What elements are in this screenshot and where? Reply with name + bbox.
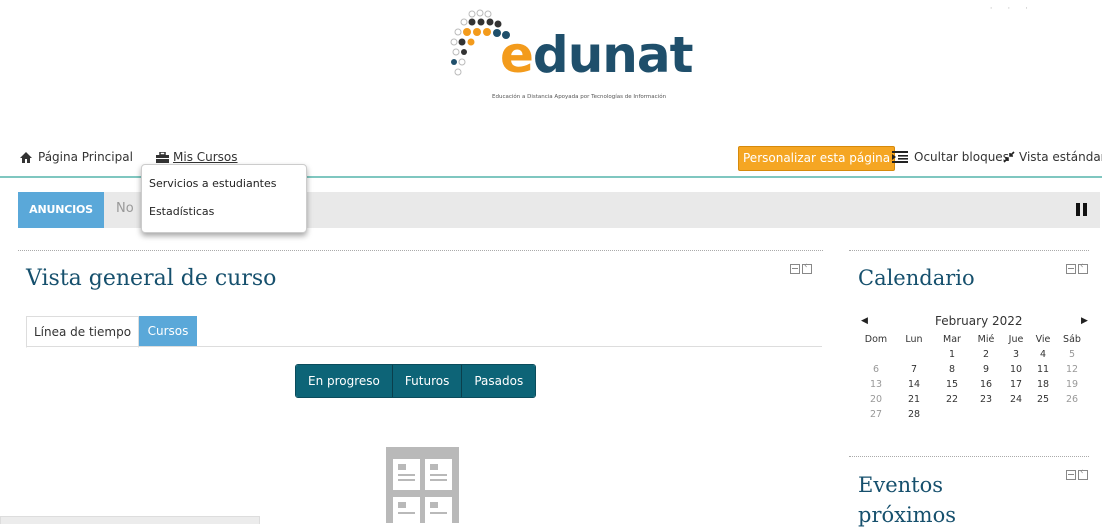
events-controls bbox=[1066, 467, 1088, 480]
calendar-prev-month-icon[interactable]: ◀ bbox=[861, 316, 868, 326]
calendar-day[interactable]: 14 bbox=[902, 379, 926, 390]
filter-future-button[interactable]: Futuros bbox=[392, 365, 463, 397]
calendar-day[interactable]: 15 bbox=[940, 379, 964, 390]
hide-blocks-link[interactable]: Ocultar bloques bbox=[892, 150, 1009, 164]
main-block-divider bbox=[18, 250, 823, 251]
calendar-day[interactable]: 1 bbox=[940, 349, 964, 360]
tabs-underline bbox=[26, 346, 822, 347]
tab-timeline[interactable]: Línea de tiempo bbox=[26, 316, 139, 348]
hide-blocks-label: Ocultar bloques bbox=[914, 150, 1009, 164]
calendar-month-label[interactable]: February 2022 bbox=[935, 314, 1023, 328]
calendar-day[interactable]: 8 bbox=[940, 364, 964, 375]
calendar-day-header: Mar bbox=[943, 334, 961, 345]
minimize-block-icon[interactable] bbox=[1066, 470, 1076, 480]
calendar-day-header: Jue bbox=[1008, 334, 1024, 345]
dropdown-item-student-services[interactable]: Servicios a estudiantes bbox=[149, 177, 276, 190]
calendar-day[interactable]: 4 bbox=[1031, 349, 1055, 360]
course-filter-group: En progreso Futuros Pasados bbox=[295, 364, 537, 398]
minimize-block-icon[interactable] bbox=[790, 264, 800, 274]
calendar-day[interactable]: 20 bbox=[864, 394, 888, 405]
nav-home-link[interactable]: Página Principal bbox=[20, 150, 133, 164]
nav-my-courses-menu[interactable]: Mis Cursos bbox=[156, 150, 238, 164]
course-overview-controls bbox=[790, 261, 812, 274]
briefcase-icon bbox=[156, 151, 169, 163]
logo-wordmark-rest: dunat bbox=[532, 26, 694, 84]
calendar-day[interactable]: 11 bbox=[1031, 364, 1055, 375]
site-logo[interactable]: edunat Educación a Distancia Apoyada por… bbox=[440, 8, 694, 110]
calendar-day[interactable]: 18 bbox=[1031, 379, 1055, 390]
filter-in-progress-button[interactable]: En progreso bbox=[296, 365, 393, 397]
filter-past-button[interactable]: Pasados bbox=[462, 365, 536, 397]
no-courses-illustration bbox=[386, 447, 459, 528]
calendar-day-header: Dom bbox=[864, 334, 888, 345]
compress-arrows-icon bbox=[1003, 151, 1015, 163]
dock-block-icon[interactable] bbox=[1078, 261, 1088, 274]
standard-view-link[interactable]: Vista estándar bbox=[1003, 150, 1102, 164]
calendar-day[interactable]: 21 bbox=[902, 394, 926, 405]
standard-view-label: Vista estándar bbox=[1019, 150, 1102, 164]
dock-block-icon[interactable] bbox=[1078, 467, 1088, 480]
calendar-day-header: Lun bbox=[905, 334, 923, 345]
calendar-day[interactable]: 3 bbox=[1004, 349, 1028, 360]
events-block-divider bbox=[849, 456, 1089, 457]
hide-blocks-icon bbox=[892, 151, 908, 163]
calendar-day[interactable]: 12 bbox=[1060, 364, 1084, 375]
top-right-marks: · · · bbox=[989, 4, 1034, 14]
calendar-day[interactable]: 25 bbox=[1031, 394, 1055, 405]
calendar-day[interactable]: 17 bbox=[1004, 379, 1028, 390]
course-overview-title: Vista general de curso bbox=[26, 266, 277, 291]
calendar-day[interactable]: 6 bbox=[864, 364, 888, 375]
nav-my-courses-label: Mis Cursos bbox=[173, 150, 238, 164]
tab-courses[interactable]: Cursos bbox=[139, 316, 197, 346]
calendar-day[interactable]: 16 bbox=[974, 379, 998, 390]
calendar-day[interactable]: 13 bbox=[864, 379, 888, 390]
calendar-next-month-icon[interactable]: ▶ bbox=[1081, 316, 1088, 326]
calendar-day[interactable]: 10 bbox=[1004, 364, 1028, 375]
calendar-day[interactable]: 24 bbox=[1004, 394, 1028, 405]
dropdown-item-statistics[interactable]: Estadísticas bbox=[149, 205, 214, 218]
customize-page-button[interactable]: Personalizar esta página bbox=[738, 146, 896, 171]
home-icon bbox=[20, 151, 32, 163]
minimize-block-icon[interactable] bbox=[1066, 264, 1076, 274]
logo-tagline: Educación a Distancia Apoyada por Tecnol… bbox=[492, 94, 667, 100]
calendar-day-header: Mié bbox=[977, 334, 995, 345]
calendar-day[interactable]: 19 bbox=[1060, 379, 1084, 390]
upcoming-events-title-text: Eventos próximos bbox=[858, 473, 957, 527]
calendar-day[interactable]: 28 bbox=[902, 409, 926, 420]
calendar-day[interactable]: 23 bbox=[974, 394, 998, 405]
dock-block-icon[interactable] bbox=[802, 261, 812, 274]
calendar-day-header: Vie bbox=[1035, 334, 1051, 345]
calendar-day-header: Sáb bbox=[1063, 334, 1081, 345]
logo-wordmark: edunat bbox=[500, 26, 694, 84]
nav-home-label: Página Principal bbox=[38, 150, 133, 164]
announcements-tag[interactable]: ANUNCIOS bbox=[18, 192, 104, 228]
calendar-day[interactable]: 22 bbox=[940, 394, 964, 405]
my-courses-dropdown: Servicios a estudiantes Estadísticas bbox=[141, 164, 307, 233]
calendar-title: Calendario bbox=[858, 266, 975, 290]
calendar-day[interactable]: 2 bbox=[974, 349, 998, 360]
calendar-day[interactable]: 27 bbox=[864, 409, 888, 420]
calendar-day[interactable]: 7 bbox=[902, 364, 926, 375]
calendar-day[interactable]: 26 bbox=[1060, 394, 1084, 405]
calendar-day[interactable]: 5 bbox=[1060, 349, 1084, 360]
pause-icon[interactable] bbox=[1076, 203, 1087, 216]
calendar-day[interactable]: 9 bbox=[974, 364, 998, 375]
upcoming-events-title: Eventos próximos bbox=[858, 470, 978, 530]
calendar-controls bbox=[1066, 261, 1088, 274]
announcements-text[interactable]: No bbox=[116, 201, 134, 216]
calendar-block-divider bbox=[849, 250, 1089, 251]
